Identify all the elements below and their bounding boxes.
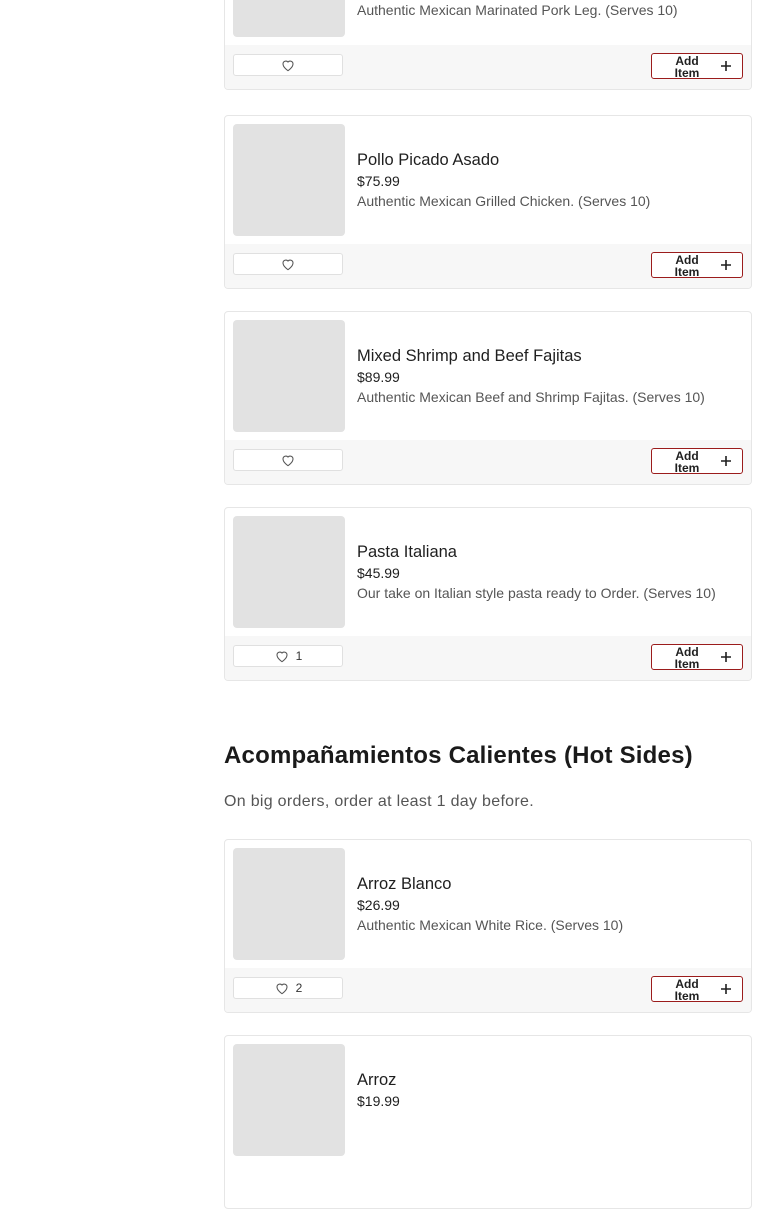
item-price: $45.99 — [357, 565, 400, 581]
menu-item-card[interactable]: Arroz $19.99 — [224, 1035, 752, 1209]
item-actions: 1 Add Item — [225, 636, 751, 680]
add-item-button[interactable]: Add Item — [651, 644, 743, 670]
plus-icon — [721, 260, 731, 270]
section-subtitle: On big orders, order at least 1 day befo… — [224, 793, 534, 810]
plus-icon — [721, 984, 731, 994]
menu-item-card[interactable]: Pollo Picado Asado $75.99 Authentic Mexi… — [224, 115, 752, 289]
plus-icon — [721, 61, 731, 71]
heart-outline-icon — [282, 455, 294, 467]
item-name: Pollo Picado Asado — [357, 151, 500, 169]
add-item-button[interactable]: Add Item — [651, 448, 743, 474]
add-item-button[interactable]: Add Item — [651, 252, 743, 278]
item-image-placeholder — [233, 1044, 345, 1156]
item-price: $26.99 — [357, 897, 400, 913]
item-image-placeholder — [233, 124, 345, 236]
menu-item-card[interactable]: Pasta Italiana $45.99 Our take on Italia… — [224, 507, 752, 681]
add-item-label: Add Item — [674, 449, 700, 475]
heart-outline-icon — [276, 983, 288, 995]
item-description: Authentic Mexican Marinated Pork Leg. (S… — [357, 2, 678, 18]
plus-icon — [721, 652, 731, 662]
menu-item-card[interactable]: Arroz Blanco $26.99 Authentic Mexican Wh… — [224, 839, 752, 1013]
add-item-button[interactable]: Add Item — [651, 53, 743, 79]
item-image-placeholder — [233, 320, 345, 432]
item-description: Authentic Mexican Grilled Chicken. (Serv… — [357, 193, 651, 209]
heart-outline-icon — [282, 60, 294, 72]
item-image-placeholder — [233, 516, 345, 628]
item-description: Authentic Mexican White Rice. (Serves 10… — [357, 917, 624, 933]
heart-outline-icon — [276, 651, 288, 663]
add-item-button[interactable]: Add Item — [651, 976, 743, 1002]
add-item-label: Add Item — [674, 54, 700, 80]
favorite-button[interactable]: 1 — [233, 645, 343, 667]
menu-item-card[interactable]: Authentic Mexican Marinated Pork Leg. (S… — [224, 0, 752, 90]
item-actions: Add Item — [225, 440, 751, 484]
item-image-placeholder — [233, 0, 345, 37]
favorite-count: 1 — [295, 649, 303, 663]
favorite-count: 2 — [295, 981, 303, 995]
add-item-label: Add Item — [674, 253, 700, 279]
favorite-button[interactable] — [233, 54, 343, 76]
item-name: Arroz — [357, 1071, 397, 1089]
item-price: $75.99 — [357, 173, 400, 189]
favorite-button[interactable]: 2 — [233, 977, 343, 999]
add-item-label: Add Item — [674, 645, 700, 671]
add-item-label: Add Item — [674, 977, 700, 1003]
item-actions: Add Item — [225, 45, 751, 89]
heart-outline-icon — [282, 259, 294, 271]
menu-item-card[interactable]: Mixed Shrimp and Beef Fajitas $89.99 Aut… — [224, 311, 752, 485]
item-name: Pasta Italiana — [357, 543, 457, 561]
section-title: Acompañamientos Calientes (Hot Sides) — [224, 742, 693, 769]
item-description: Authentic Mexican Beef and Shrimp Fajita… — [357, 389, 705, 405]
favorite-button[interactable] — [233, 253, 343, 275]
item-price: $19.99 — [357, 1093, 400, 1109]
item-actions: 2 Add Item — [225, 968, 751, 1012]
item-price: $89.99 — [357, 369, 400, 385]
item-description: Our take on Italian style pasta ready to… — [357, 585, 716, 601]
plus-icon — [721, 456, 731, 466]
item-actions: Add Item — [225, 244, 751, 288]
favorite-button[interactable] — [233, 449, 343, 471]
item-name: Mixed Shrimp and Beef Fajitas — [357, 347, 582, 365]
item-image-placeholder — [233, 848, 345, 960]
item-name: Arroz Blanco — [357, 875, 452, 893]
